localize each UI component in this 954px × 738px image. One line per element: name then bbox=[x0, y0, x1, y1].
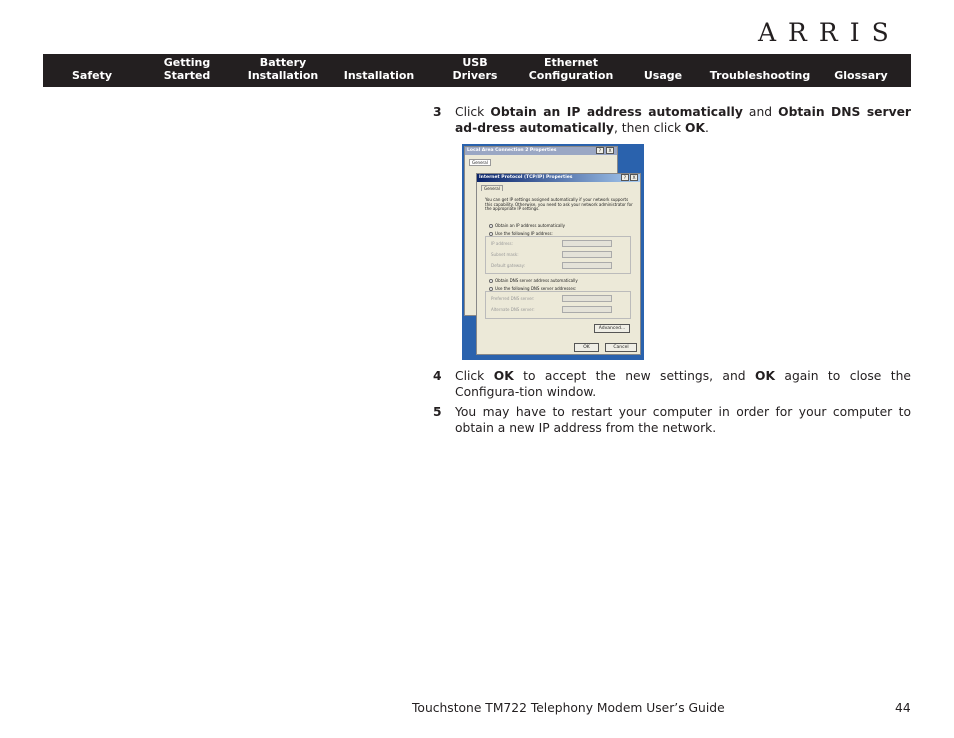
bold-text: OK bbox=[685, 120, 706, 135]
radio-selected bbox=[489, 224, 493, 228]
nav-getting-started[interactable]: Getting Started bbox=[164, 56, 211, 82]
advanced-button: Advanced... bbox=[594, 324, 630, 333]
obtain-dns-auto: Obtain DNS server address automatically bbox=[495, 278, 578, 283]
tcpip-properties-window: Internet Protocol (TCP/IP) Properties ? … bbox=[476, 173, 641, 355]
cancel-button: Cancel bbox=[605, 343, 637, 352]
ok-button: OK bbox=[574, 343, 599, 352]
intro-text: You can get IP settings assigned automat… bbox=[485, 197, 633, 211]
window-title: Local Area Connection 2 Properties bbox=[465, 147, 617, 155]
step-text: Click Obtain an IP address automatically… bbox=[455, 105, 911, 136]
window-title: Internet Protocol (TCP/IP) Properties bbox=[477, 174, 640, 182]
help-button: ? bbox=[621, 174, 629, 181]
step-number: 5 bbox=[433, 405, 442, 419]
close-button: X bbox=[606, 147, 614, 154]
subnet-label: Subnet mask: bbox=[491, 252, 519, 257]
nav-ethernet-configuration[interactable]: Ethernet Configuration bbox=[529, 56, 614, 82]
nav-glossary[interactable]: Glossary bbox=[834, 69, 887, 82]
help-button: ? bbox=[596, 147, 604, 154]
text: , then click bbox=[613, 120, 686, 135]
use-following-dns: Use the following DNS server addresses: bbox=[495, 286, 577, 291]
step-number: 4 bbox=[433, 369, 442, 383]
tab-general: General bbox=[481, 185, 503, 191]
ip-address-label: IP address: bbox=[491, 241, 513, 246]
gateway-label: Default gateway: bbox=[491, 263, 526, 268]
step-number: 3 bbox=[433, 105, 442, 119]
gateway-field bbox=[562, 262, 612, 269]
preferred-dns-label: Preferred DNS server: bbox=[491, 296, 535, 301]
bold-text: OK bbox=[493, 369, 514, 383]
radio bbox=[489, 232, 493, 236]
alternate-dns-field bbox=[562, 306, 612, 313]
alternate-dns-label: Alternate DNS server: bbox=[491, 307, 535, 312]
arris-logo: ARRIS bbox=[758, 18, 901, 47]
tab-general: General bbox=[469, 159, 491, 166]
page-number: 44 bbox=[895, 701, 911, 715]
text: to accept the new settings, and bbox=[513, 369, 755, 383]
radio bbox=[489, 287, 493, 291]
nav-installation[interactable]: Installation bbox=[344, 69, 415, 82]
nav-safety[interactable]: Safety bbox=[72, 69, 112, 82]
nav-bar: Safety Getting Started Battery Installat… bbox=[43, 54, 911, 87]
step-text: Click OK to accept the new settings, and… bbox=[455, 369, 911, 400]
text: Click bbox=[455, 369, 494, 383]
footer-title: Touchstone TM722 Telephony Modem User’s … bbox=[412, 701, 725, 715]
step-4: 4 Click OK to accept the new settings, an… bbox=[433, 369, 911, 400]
tcpip-properties-screenshot: Local Area Connection 2 Properties Gener… bbox=[462, 144, 644, 360]
text: . bbox=[705, 120, 709, 135]
nav-usage[interactable]: Usage bbox=[644, 69, 682, 82]
step-text: You may have to restart your computer in… bbox=[455, 405, 911, 436]
bold-text: OK bbox=[755, 369, 775, 383]
bold-text: Obtain an IP address automatically bbox=[490, 105, 743, 119]
radio-selected bbox=[489, 279, 493, 283]
obtain-ip-auto: Obtain an IP address automatically bbox=[495, 223, 566, 228]
text: and bbox=[742, 105, 779, 119]
preferred-dns-field bbox=[562, 295, 612, 302]
subnet-field bbox=[562, 251, 612, 258]
ip-address-field bbox=[562, 240, 612, 247]
close-button: X bbox=[630, 174, 638, 181]
text: You may have to restart your computer in… bbox=[455, 405, 911, 435]
nav-troubleshooting[interactable]: Troubleshooting bbox=[710, 69, 810, 82]
nav-battery-installation[interactable]: Battery Installation bbox=[248, 56, 319, 82]
nav-usb-drivers[interactable]: USB Drivers bbox=[453, 56, 498, 82]
step-3: 3 Click Obtain an IP address automaticall… bbox=[433, 105, 911, 136]
text: Click bbox=[455, 105, 491, 119]
step-5: 5 You may have to restart your computer i… bbox=[433, 405, 911, 436]
use-following-ip: Use the following IP address: bbox=[495, 231, 553, 236]
